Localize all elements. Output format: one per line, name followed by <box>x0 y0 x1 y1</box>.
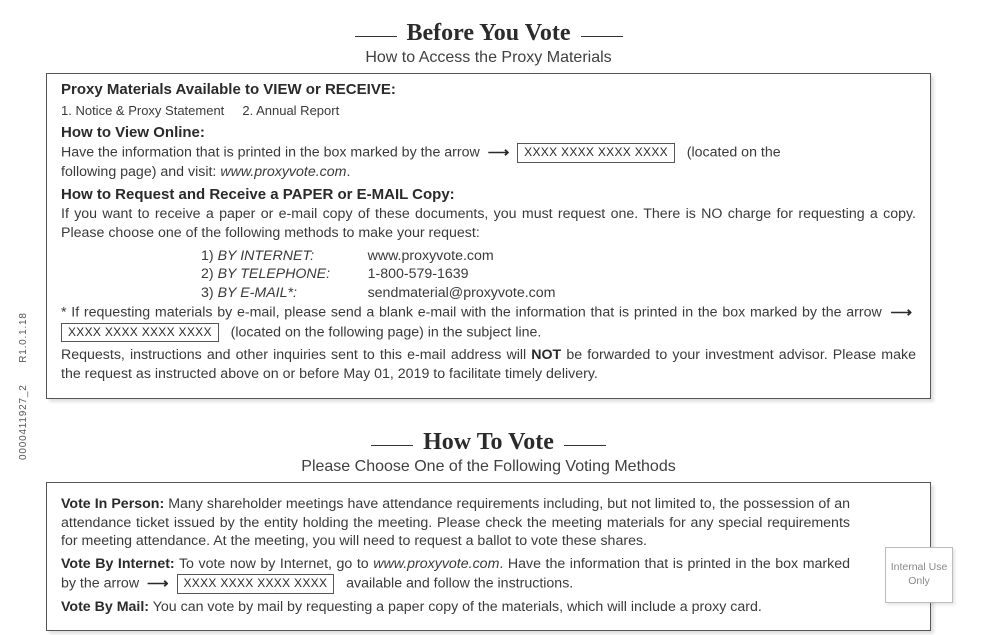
req2d: to facilitate timely delivery. <box>429 366 597 382</box>
arrow-icon: ⟶ <box>488 143 510 163</box>
m2-label: BY TELEPHONE: <box>218 265 368 284</box>
view-url: www.proxyvote.com <box>220 164 346 180</box>
before-you-vote-subtitle: How to Access the Proxy Materials <box>46 49 931 67</box>
star-pre: * If requesting materials by e-mail, ple… <box>61 304 882 320</box>
m2-value: 1-800-579-1639 <box>368 265 469 284</box>
voting-methods-box: Vote In Person: Many shareholder meeting… <box>46 482 931 632</box>
vote-by-mail: Vote By Mail: You can vote by mail by re… <box>61 598 850 617</box>
req-date: May 01, 2019 <box>343 366 429 382</box>
available-header: Proxy Materials Available to VIEW or REC… <box>61 80 916 100</box>
m3-num: 3) <box>201 284 214 303</box>
code-box: XXXX XXXX XXXX XXXX <box>61 323 219 343</box>
vbi-c: available and follow the instructions. <box>346 575 573 591</box>
m1-label: BY INTERNET: <box>218 247 368 266</box>
vip-header: Vote In Person: <box>61 496 164 512</box>
materials-list: 1. Notice & Proxy Statement 2. Annual Re… <box>61 102 916 119</box>
view-online-header: How to View Online: <box>61 123 916 143</box>
vote-by-internet: Vote By Internet: To vote now by Interne… <box>61 555 850 594</box>
vote-in-person: Vote In Person: Many shareholder meeting… <box>61 495 850 551</box>
m1-num: 1) <box>201 247 214 266</box>
title-text: Before You Vote <box>407 20 571 46</box>
req-not: NOT <box>531 347 561 363</box>
m3-label: BY E-MAIL*: <box>218 284 368 303</box>
vbi-a: To vote now by Internet, go to <box>175 556 374 572</box>
code-box: XXXX XXXX XXXX XXXX <box>517 143 675 163</box>
star-post: (located on the following page) in the s… <box>231 324 542 340</box>
request-header: How to Request and Receive a PAPER or E-… <box>61 185 916 205</box>
side-codes: 0000411927_2 R1.0.1.18 <box>18 312 29 460</box>
internal-use-box: Internal Use Only <box>885 547 953 603</box>
proxy-materials-box: Proxy Materials Available to VIEW or REC… <box>46 73 931 399</box>
vbi-header: Vote By Internet: <box>61 556 175 572</box>
m3-value: sendmaterial@proxyvote.com <box>368 284 556 303</box>
rule-left <box>371 445 413 446</box>
view-pre: Have the information that is printed in … <box>61 144 480 160</box>
request-footer: Requests, instructions and other inquiri… <box>61 346 916 383</box>
m2-num: 2) <box>201 265 214 284</box>
req2a: Requests, instructions and other inquiri… <box>61 347 531 363</box>
view-post1: (located on the <box>687 144 781 160</box>
how-to-vote-title: How To Vote <box>46 429 931 456</box>
code-box: XXXX XXXX XXXX XXXX <box>177 574 335 594</box>
method-email: 3) BY E-MAIL*: sendmaterial@proxyvote.co… <box>201 284 916 303</box>
internal-l1: Internal Use <box>886 561 952 575</box>
view-online-line: Have the information that is printed in … <box>61 143 916 182</box>
vbm-text: You can vote by mail by requesting a pap… <box>149 599 762 615</box>
internal-l2: Only <box>886 575 952 589</box>
rule-left <box>355 36 397 37</box>
view-post2: following page) and visit: <box>61 164 216 180</box>
side-code: 0000411927_2 <box>18 384 29 460</box>
how-to-vote-subtitle: Please Choose One of the Following Votin… <box>46 458 931 476</box>
arrow-icon: ⟶ <box>890 303 912 323</box>
rule-right <box>581 36 623 37</box>
side-rev: R1.0.1.18 <box>18 312 29 363</box>
request-intro: If you want to receive a paper or e-mail… <box>61 205 916 242</box>
vbi-url: www.proxyvote.com <box>373 556 499 572</box>
vip-text: Many shareholder meetings have attendanc… <box>61 496 850 549</box>
m1-value: www.proxyvote.com <box>368 247 494 266</box>
rule-right <box>564 445 606 446</box>
vbm-header: Vote By Mail: <box>61 599 149 615</box>
before-you-vote-title: Before You Vote <box>46 20 931 47</box>
title-text: How To Vote <box>423 429 554 455</box>
email-star-note: * If requesting materials by e-mail, ple… <box>61 303 916 343</box>
arrow-icon: ⟶ <box>147 574 169 594</box>
method-telephone: 2) BY TELEPHONE: 1-800-579-1639 <box>201 265 916 284</box>
method-internet: 1) BY INTERNET: www.proxyvote.com <box>201 247 916 266</box>
request-methods: 1) BY INTERNET: www.proxyvote.com 2) BY … <box>201 247 916 303</box>
